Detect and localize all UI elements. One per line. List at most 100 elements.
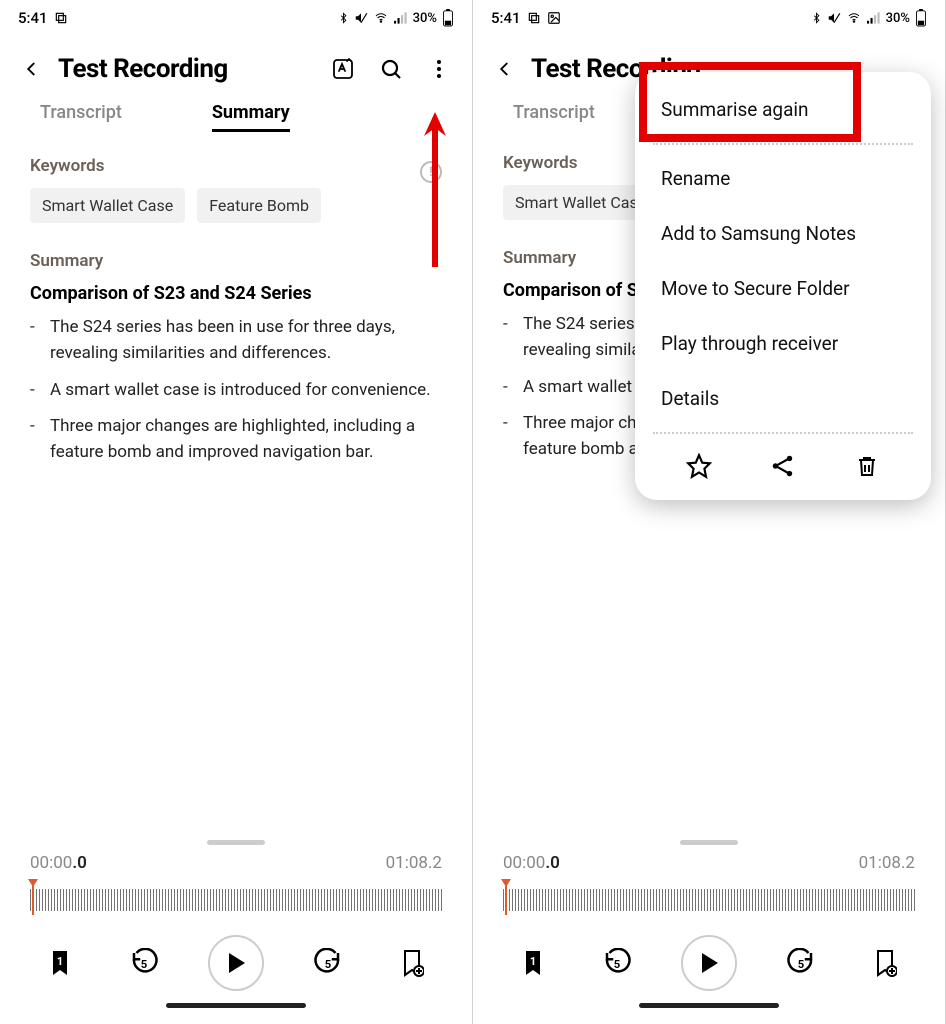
bookmark-add-icon [873,949,897,977]
drag-handle[interactable] [207,840,265,845]
forward-5-icon: 5 [786,948,816,978]
rewind-5-button[interactable]: 5 [597,943,637,983]
header: Test Recording [0,36,472,84]
star-icon [686,453,712,479]
player: 00:00.0 01:08.2 1 5 5 [0,840,472,1024]
bookmark-icon: 1 [48,949,72,977]
keyword-chip[interactable]: Feature Bomb [197,188,321,223]
chevron-left-icon [23,60,41,78]
status-image-icon [547,11,561,25]
tab-summary[interactable]: Summary [212,102,290,132]
forward-5-button[interactable]: 5 [308,943,348,983]
bookmark-add-button[interactable] [865,943,905,983]
bookmark-add-icon [400,949,424,977]
tab-transcript[interactable]: Transcript [40,102,122,132]
rewind-5-button[interactable]: 5 [124,943,164,983]
bookmark-button[interactable]: 1 [513,943,553,983]
translate-icon [331,57,355,81]
current-time: 00:00.0 [503,853,560,873]
trash-icon [855,453,879,479]
content: Keywords ! Smart Wallet Case Feature Bom… [0,132,472,840]
screenshot-right: 5:41 30% Test Recording Transcript Keywo… [473,0,946,1024]
rewind-5-icon: 5 [602,948,632,978]
info-icon[interactable]: ! [420,161,442,183]
chevron-left-icon [496,60,514,78]
play-button[interactable] [208,935,264,991]
battery-icon [915,9,927,27]
wifi-icon [373,12,389,24]
player: 00:00.0 01:08.2 1 5 5 [473,840,945,1024]
status-notif-icon [54,11,68,25]
svg-text:1: 1 [530,955,536,968]
summary-bullet: -Three major changes are highlighted, in… [30,413,442,466]
status-bar: 5:41 30% [0,0,472,36]
summary-label: Summary [30,251,442,271]
screenshot-left: 5:41 30% Test Recording [0,0,473,1024]
tab-transcript[interactable]: Transcript [513,102,595,129]
page-title: Test Recording [58,54,316,84]
keyword-chip[interactable]: Smart Wallet Case [30,188,185,223]
gesture-bar[interactable] [166,1003,306,1008]
total-time: 01:08.2 [859,853,915,873]
gesture-bar[interactable] [639,1003,779,1008]
signal-icon [394,12,408,24]
battery-pct: 30% [886,11,910,26]
bluetooth-icon [338,11,349,25]
battery-icon [442,9,454,27]
signal-icon [867,12,881,24]
playhead[interactable] [32,881,34,915]
waveform[interactable] [503,881,915,915]
menu-details[interactable]: Details [635,371,931,426]
svg-text:1: 1 [57,955,63,968]
translate-button[interactable] [330,56,356,82]
back-button[interactable] [493,57,517,81]
menu-add-to-notes[interactable]: Add to Samsung Notes [635,206,931,261]
play-icon [699,952,719,974]
play-button[interactable] [681,935,737,991]
bluetooth-icon [811,11,822,25]
search-icon [379,57,403,81]
status-bar: 5:41 30% [473,0,945,36]
annotation-highlight [639,62,861,142]
status-time: 5:41 [18,9,48,27]
wifi-icon [846,12,862,24]
back-button[interactable] [20,57,44,81]
more-button[interactable] [426,56,452,82]
tabs: Transcript Summary [0,84,472,132]
menu-move-secure[interactable]: Move to Secure Folder [635,261,931,316]
battery-pct: 30% [413,11,437,26]
keywords-label: Keywords [30,156,104,176]
bookmark-icon: 1 [521,949,545,977]
mute-icon [827,11,841,25]
play-icon [226,952,246,974]
menu-divider [653,143,913,145]
summary-bullet: -The S24 series has been in use for thre… [30,314,442,367]
status-time: 5:41 [491,9,521,27]
search-button[interactable] [378,56,404,82]
bookmark-add-button[interactable] [392,943,432,983]
total-time: 01:08.2 [386,853,442,873]
playhead[interactable] [505,881,507,915]
menu-favourite-button[interactable] [683,450,715,482]
summary-title: Comparison of S23 and S24 Series [30,283,442,304]
drag-handle[interactable] [680,840,738,845]
summary-bullet: -A smart wallet case is introduced for c… [30,377,442,403]
menu-share-button[interactable] [767,450,799,482]
status-notif-icon [527,11,541,25]
more-vert-icon [427,57,451,81]
current-time: 00:00.0 [30,853,87,873]
forward-5-icon: 5 [313,948,343,978]
summary-bullets: -The S24 series has been in use for thre… [30,314,442,466]
waveform[interactable] [30,881,442,915]
bookmark-button[interactable]: 1 [40,943,80,983]
svg-text:5: 5 [325,958,331,971]
menu-play-receiver[interactable]: Play through receiver [635,316,931,371]
menu-delete-button[interactable] [851,450,883,482]
menu-divider [653,432,913,434]
menu-rename[interactable]: Rename [635,151,931,206]
keywords-row: Smart Wallet Case Feature Bomb [30,188,442,223]
forward-5-button[interactable]: 5 [781,943,821,983]
svg-text:5: 5 [798,958,804,971]
svg-text:5: 5 [614,958,620,971]
svg-text:5: 5 [141,958,147,971]
